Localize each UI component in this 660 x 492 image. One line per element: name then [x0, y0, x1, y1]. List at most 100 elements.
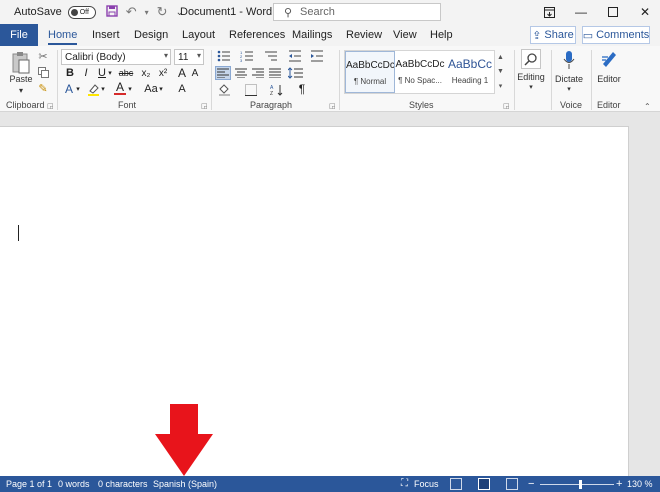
zoom-slider-thumb[interactable]	[578, 480, 582, 489]
superscript-button[interactable]: x²	[156, 66, 170, 80]
voice-group-label: Voice	[560, 100, 583, 110]
focus-icon[interactable]: ⛶	[401, 476, 408, 492]
numbering-icon[interactable]: 123	[240, 50, 254, 62]
collapse-ribbon-icon[interactable]: ⌃	[644, 102, 651, 111]
read-mode-icon[interactable]	[450, 478, 462, 490]
font-name-combo[interactable]: Calibri (Body) ▾	[61, 49, 171, 65]
tab-view[interactable]: View	[393, 24, 417, 46]
editing-icon[interactable]	[521, 49, 541, 69]
maximize-icon[interactable]	[596, 0, 630, 24]
tab-file[interactable]: File	[0, 24, 38, 46]
cut-icon[interactable]: ✂	[37, 50, 49, 63]
paste-label[interactable]: Paste	[9, 74, 33, 84]
bullets-icon[interactable]	[217, 50, 231, 62]
align-right-icon[interactable]	[251, 66, 265, 80]
style-heading-1[interactable]: AaBbCc Heading 1	[445, 51, 495, 93]
align-center-icon[interactable]	[234, 66, 248, 80]
font-launcher-icon[interactable]: ◲	[201, 102, 208, 110]
tab-insert[interactable]: Insert	[92, 24, 120, 46]
styles-launcher-icon[interactable]: ◲	[503, 102, 510, 110]
shading-icon[interactable]	[217, 83, 231, 96]
font-color-button[interactable]: A	[114, 80, 126, 95]
paste-dropdown-icon[interactable]: ▾	[14, 86, 28, 95]
dictate-label[interactable]: Dictate	[553, 74, 585, 84]
group-divider	[211, 50, 212, 110]
strikethrough-button[interactable]: abc	[117, 66, 135, 80]
align-left-icon[interactable]	[215, 66, 231, 80]
text-effects-button[interactable]: A	[63, 82, 75, 96]
chevron-down-icon[interactable]: ▾	[75, 82, 81, 96]
show-formatting-marks-button[interactable]: ¶	[296, 82, 308, 96]
grow-font-button[interactable]: A	[177, 66, 187, 80]
comments-button[interactable]: ▭ Comments	[582, 26, 650, 44]
style-name: ¶ No Spac...	[398, 76, 442, 85]
editor-label[interactable]: Editor	[594, 74, 624, 84]
increase-indent-icon[interactable]	[310, 50, 324, 62]
more-styles-icon[interactable]: ▾	[499, 82, 503, 90]
redo-icon[interactable]: ↻	[157, 4, 168, 20]
underline-dropdown-icon[interactable]: ▾	[106, 66, 114, 80]
chevron-down-icon[interactable]: ▾	[100, 82, 106, 96]
paragraph-launcher-icon[interactable]: ◲	[329, 102, 336, 110]
italic-button[interactable]: I	[80, 66, 92, 80]
document-page[interactable]	[0, 126, 629, 476]
microphone-icon[interactable]	[561, 49, 577, 71]
minimize-icon[interactable]: —	[564, 0, 598, 24]
chevron-down-icon[interactable]: ▼	[497, 68, 504, 75]
chevron-down-icon[interactable]: ▾	[158, 82, 164, 96]
subscript-button[interactable]: x₂	[139, 66, 153, 80]
share-button[interactable]: ⇪ Share	[530, 26, 576, 44]
style-no-spacing[interactable]: AaBbCcDc ¶ No Spac...	[395, 51, 445, 93]
tab-home[interactable]: Home	[48, 24, 78, 46]
autosave-toggle[interactable]: Off	[67, 5, 96, 19]
search-box[interactable]: ⚲ Search	[273, 3, 441, 21]
clear-formatting-button[interactable]: A	[176, 82, 188, 96]
chevron-down-icon[interactable]: ▾	[564, 85, 574, 93]
font-size-combo[interactable]: 11 ▾	[174, 49, 204, 65]
chevron-down-icon[interactable]: ▾	[127, 82, 133, 96]
ribbon-display-options-icon[interactable]	[532, 0, 566, 24]
justify-icon[interactable]	[268, 66, 282, 80]
editing-label[interactable]: Editing	[514, 72, 548, 82]
clipboard-group-label: Clipboard	[6, 100, 45, 110]
language-indicator[interactable]: Spanish (Spain)	[153, 476, 217, 492]
close-icon[interactable]: ✕	[628, 0, 660, 24]
tab-mailings[interactable]: Mailings	[292, 24, 332, 46]
undo-icon[interactable]: ↶	[126, 4, 137, 20]
tab-review[interactable]: Review	[346, 24, 382, 46]
style-normal[interactable]: AaBbCcDc ¶ Normal	[345, 51, 395, 93]
tab-design[interactable]: Design	[134, 24, 168, 46]
borders-icon[interactable]	[244, 83, 258, 96]
zoom-out-button[interactable]: −	[528, 476, 534, 492]
tab-layout[interactable]: Layout	[182, 24, 215, 46]
line-spacing-icon[interactable]	[288, 66, 304, 80]
bold-button[interactable]: B	[64, 66, 76, 80]
editor-icon[interactable]	[599, 49, 619, 71]
clipboard-launcher-icon[interactable]: ◲	[47, 102, 54, 110]
tab-help[interactable]: Help	[430, 24, 453, 46]
chevron-down-icon[interactable]: ▾	[524, 83, 538, 91]
zoom-slider[interactable]	[540, 484, 614, 485]
zoom-level[interactable]: 130 %	[627, 476, 653, 492]
sort-icon[interactable]: AZ	[270, 83, 284, 96]
styles-gallery-scroll[interactable]: ▲ ▼ ▾	[494, 50, 506, 94]
paragraph-group-label: Paragraph	[250, 100, 293, 110]
page-count[interactable]: Page 1 of 1	[6, 476, 52, 492]
focus-button[interactable]: Focus	[414, 476, 439, 492]
word-count[interactable]: 0 words	[58, 476, 90, 492]
print-layout-icon[interactable]	[478, 478, 490, 490]
format-painter-icon[interactable]: ✎	[37, 82, 49, 95]
decrease-indent-icon[interactable]	[288, 50, 302, 62]
multilevel-list-icon[interactable]	[264, 50, 278, 62]
undo-dropdown-icon[interactable]: ▾	[145, 8, 149, 17]
save-icon[interactable]	[106, 4, 118, 20]
zoom-in-button[interactable]: +	[616, 476, 622, 492]
chevron-up-icon[interactable]: ▲	[497, 54, 504, 61]
tab-references[interactable]: References	[229, 24, 285, 46]
web-layout-icon[interactable]	[506, 478, 518, 490]
paste-icon[interactable]	[10, 50, 32, 76]
character-count[interactable]: 0 characters	[98, 476, 148, 492]
copy-icon[interactable]	[37, 66, 49, 78]
shrink-font-button[interactable]: A	[190, 66, 200, 80]
highlighter-icon[interactable]	[86, 83, 100, 96]
